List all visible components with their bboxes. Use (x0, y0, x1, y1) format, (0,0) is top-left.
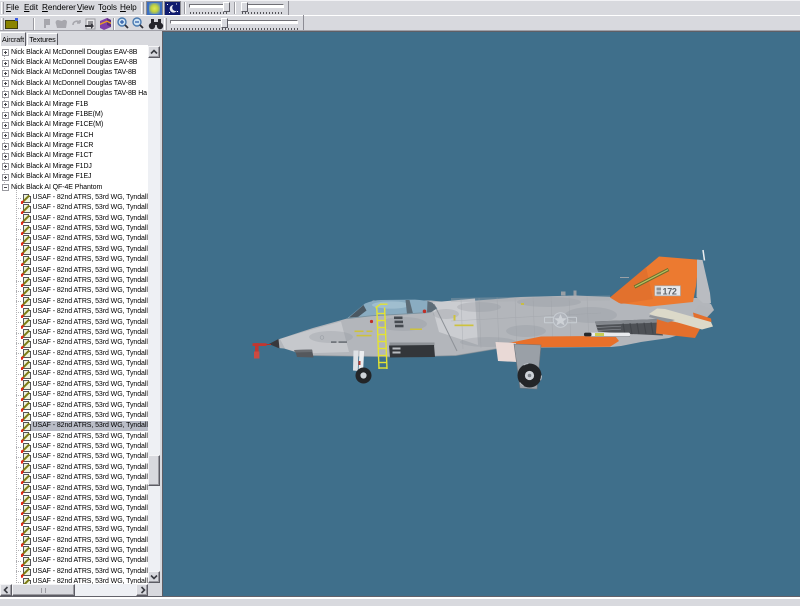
svg-text:172: 172 (663, 287, 677, 297)
